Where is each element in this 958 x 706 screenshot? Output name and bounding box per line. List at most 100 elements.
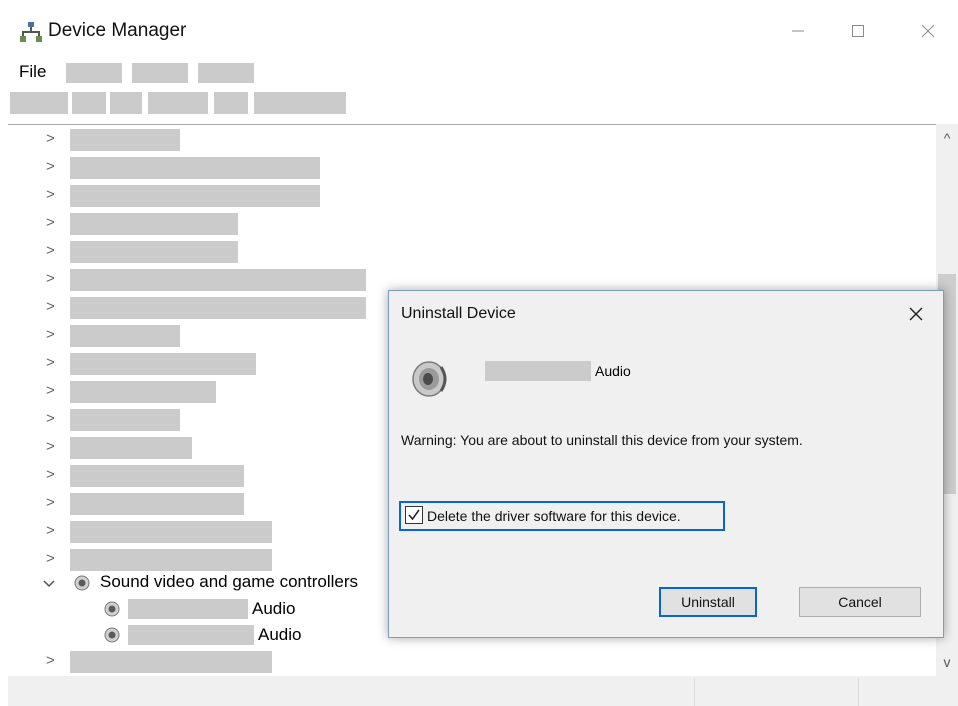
category-label-redacted	[70, 465, 244, 487]
category-label-redacted	[70, 129, 180, 151]
expand-chevron-icon[interactable]: >	[46, 410, 60, 430]
menu-item-redacted[interactable]	[198, 63, 254, 83]
expand-chevron-icon[interactable]: >	[46, 130, 60, 150]
toolbar-button[interactable]	[10, 92, 68, 114]
category-label-redacted	[70, 269, 366, 291]
tree-category-row[interactable]: >	[8, 352, 388, 376]
minimize-button[interactable]	[778, 14, 818, 48]
category-label-redacted	[70, 241, 238, 263]
expand-chevron-icon[interactable]: >	[46, 382, 60, 402]
menu-item-redacted[interactable]	[132, 63, 188, 83]
category-label-redacted	[70, 651, 272, 673]
tree-category-row[interactable]: >	[8, 184, 388, 208]
tree-category-row[interactable]: >	[8, 156, 388, 180]
tree-category-row[interactable]: >	[8, 212, 388, 236]
tree-category-row[interactable]: >	[8, 324, 388, 348]
tree-category-row[interactable]: >	[8, 464, 388, 488]
category-label-redacted	[70, 521, 272, 543]
uninstall-device-dialog: Uninstall Device Audio Warning: You are …	[388, 290, 944, 638]
tree-category-row[interactable]: >	[8, 520, 388, 544]
status-divider	[694, 678, 695, 706]
warning-text: Warning: You are about to uninstall this…	[401, 432, 803, 448]
toolbar-button[interactable]	[254, 92, 346, 114]
cancel-button[interactable]: Cancel	[799, 587, 921, 617]
speaker-icon	[412, 361, 447, 397]
dialog-close-button[interactable]	[901, 301, 931, 327]
window-title: Device Manager	[48, 20, 187, 41]
category-label-redacted	[70, 157, 320, 179]
category-label-redacted	[70, 381, 216, 403]
toolbar-button[interactable]	[214, 92, 248, 114]
tree-category-row[interactable]: >	[8, 548, 388, 572]
expand-chevron-icon[interactable]: >	[46, 242, 60, 262]
minimize-icon	[792, 30, 804, 32]
speaker-icon	[74, 575, 90, 591]
expand-chevron-icon[interactable]: >	[46, 550, 60, 570]
category-label-redacted	[70, 213, 238, 235]
close-icon	[909, 307, 923, 321]
tree-category-row[interactable]: >	[8, 650, 388, 674]
expand-chevron-icon[interactable]: >	[46, 354, 60, 374]
category-label-redacted	[70, 409, 180, 431]
maximize-button[interactable]	[838, 14, 878, 48]
device-name-redacted	[485, 361, 591, 381]
dialog-title: Uninstall Device	[401, 305, 516, 322]
expand-chevron-icon[interactable]: >	[46, 298, 60, 318]
category-label-redacted	[70, 493, 244, 515]
scroll-up-icon[interactable]: ^	[936, 124, 958, 152]
status-divider	[858, 678, 859, 706]
maximize-icon	[852, 25, 864, 37]
checkmark-icon	[408, 509, 420, 521]
device-name-redacted	[128, 599, 248, 619]
tree-category-row[interactable]: >	[8, 492, 388, 516]
tree-device-row[interactable]: Audio	[98, 623, 398, 647]
toolbar-button[interactable]	[110, 92, 142, 114]
category-label-redacted	[70, 325, 180, 347]
expand-chevron-icon[interactable]: >	[46, 438, 60, 458]
category-label-redacted	[70, 549, 272, 571]
uninstall-button[interactable]: Uninstall	[659, 587, 757, 617]
tree-category-row[interactable]: >	[8, 240, 388, 264]
scroll-down-icon[interactable]: v	[936, 648, 958, 676]
device-label: Audio	[595, 363, 631, 379]
expand-chevron-icon[interactable]: >	[46, 466, 60, 486]
toolbar-button[interactable]	[148, 92, 208, 114]
speaker-icon	[104, 627, 120, 643]
expand-chevron-icon[interactable]: >	[46, 270, 60, 290]
close-button[interactable]	[908, 14, 948, 48]
status-bar	[8, 676, 958, 706]
device-label: Audio	[258, 625, 302, 644]
tree-category-row[interactable]: >	[8, 268, 388, 292]
delete-driver-label[interactable]: Delete the driver software for this devi…	[427, 508, 681, 524]
category-label-redacted	[70, 353, 256, 375]
expand-chevron-icon[interactable]: >	[46, 326, 60, 346]
toolbar-button[interactable]	[72, 92, 106, 114]
category-label-redacted	[70, 185, 320, 207]
tree-category-row[interactable]: >	[8, 408, 388, 432]
tree-category-row[interactable]: >	[8, 128, 388, 152]
close-icon	[921, 24, 935, 38]
menu-file[interactable]: File	[19, 62, 46, 82]
category-label-redacted	[70, 437, 192, 459]
device-label: Audio	[252, 599, 296, 618]
tree-category-row[interactable]: >	[8, 436, 388, 460]
expand-chevron-icon[interactable]: >	[46, 494, 60, 514]
device-name-redacted	[128, 625, 254, 645]
speaker-icon	[104, 601, 120, 617]
tree-category-row[interactable]: >	[8, 296, 388, 320]
expand-chevron-icon[interactable]: >	[46, 522, 60, 542]
tree-category-row[interactable]: >	[8, 380, 388, 404]
tree-category-sound[interactable]: Sound video and game controllers	[8, 571, 388, 595]
collapse-chevron-icon[interactable]	[42, 574, 56, 594]
title-bar: Device Manager	[8, 0, 958, 58]
expand-chevron-icon[interactable]: >	[46, 186, 60, 206]
category-label-redacted	[70, 297, 366, 319]
expand-chevron-icon[interactable]: >	[46, 214, 60, 234]
expand-chevron-icon[interactable]: >	[46, 652, 60, 672]
tree-device-row[interactable]: Audio	[98, 597, 398, 621]
device-manager-icon	[20, 22, 42, 42]
delete-driver-checkbox[interactable]	[405, 506, 423, 524]
expand-chevron-icon[interactable]: >	[46, 158, 60, 178]
sound-category-label: Sound video and game controllers	[100, 572, 358, 591]
menu-item-redacted[interactable]	[66, 63, 122, 83]
